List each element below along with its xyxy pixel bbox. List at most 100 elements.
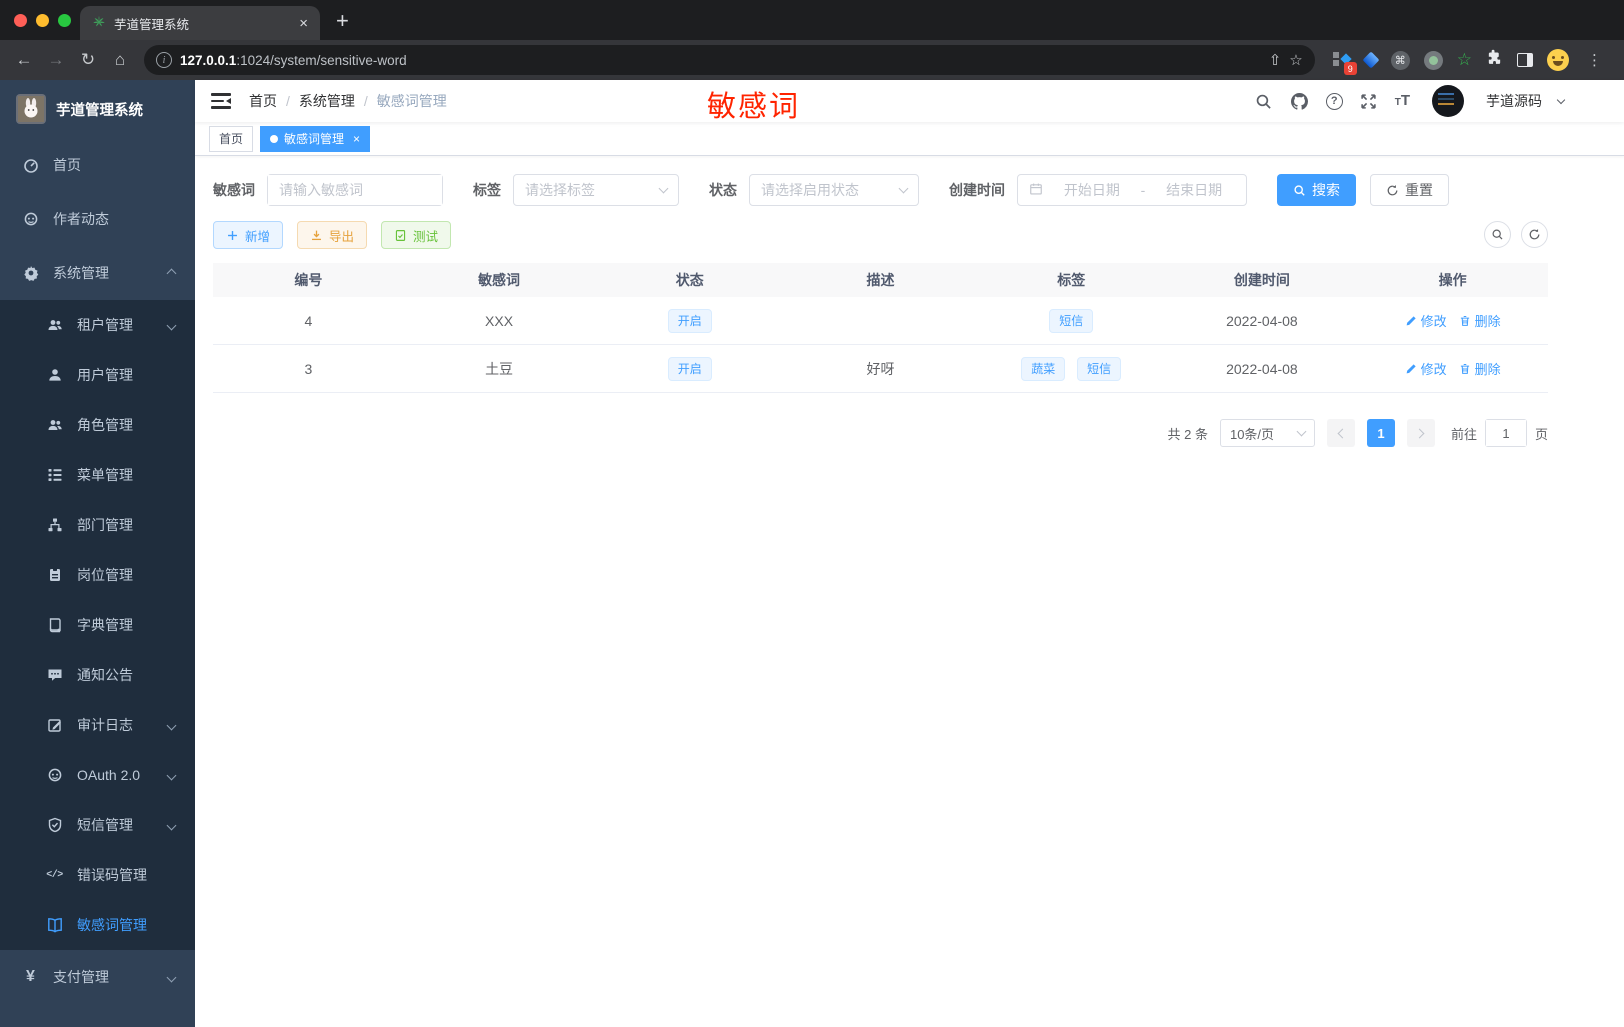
tag-close-icon[interactable]: × [353, 132, 360, 146]
yen-icon: ¥ [26, 968, 35, 985]
sidebar-item-label: 审计日志 [77, 717, 133, 733]
window-zoom-button[interactable] [58, 14, 71, 27]
site-info-icon[interactable]: i [156, 52, 172, 68]
extensions-area: 9 ⌘ ☆ ⋮ [1325, 49, 1614, 75]
next-page-button[interactable] [1406, 419, 1435, 447]
toggle-search-icon[interactable] [1484, 221, 1511, 248]
home-button[interactable]: ⌂ [106, 46, 134, 74]
window-minimize-button[interactable] [36, 14, 49, 27]
reload-button[interactable]: ↻ [74, 46, 102, 74]
table-row: 3 土豆 开启 好呀 蔬菜 短信 2022-04-08 修改 删除 [213, 345, 1548, 393]
delete-link[interactable]: 删除 [1459, 311, 1501, 330]
sidebar-item-label: 敏感词管理 [77, 917, 147, 933]
tab-title: 芋道管理系统 [114, 17, 190, 32]
sidebar-item-notice[interactable]: 通知公告 [0, 650, 195, 700]
extension-command-icon[interactable]: ⌘ [1390, 50, 1410, 70]
page-content: 敏感词 标签 请选择标签 状态 请选择启用状态 创建时间 开始日期 - [195, 156, 1624, 447]
sidebar-item-label: 菜单管理 [77, 467, 133, 483]
window-close-button[interactable] [14, 14, 27, 27]
sidebar-item-dict[interactable]: 字典管理 [0, 600, 195, 650]
back-button[interactable]: ← [10, 46, 38, 74]
sidebar-item-home[interactable]: 首页 [0, 138, 195, 192]
keyword-input[interactable] [268, 175, 442, 205]
extension-record-icon[interactable] [1423, 50, 1443, 70]
badge-icon [46, 567, 63, 584]
forward-button[interactable]: → [42, 46, 70, 74]
test-button[interactable]: 测试 [381, 221, 452, 249]
add-button[interactable]: 新增 [213, 221, 284, 249]
users-icon [46, 417, 63, 434]
current-page[interactable]: 1 [1366, 419, 1395, 447]
sidebar-item-error-code[interactable]: </> 错误码管理 [0, 850, 195, 900]
sidebar-item-label: 首页 [53, 157, 81, 173]
goto-page-input[interactable] [1485, 420, 1526, 446]
col-tags: 标签 [1057, 272, 1086, 288]
col-created: 创建时间 [1233, 272, 1290, 288]
export-button[interactable]: 导出 [297, 221, 368, 249]
sidebar-item-oauth[interactable]: OAuth 2.0 [0, 750, 195, 800]
book-icon [46, 617, 63, 634]
tab-close-icon[interactable]: × [299, 15, 308, 32]
sidebar-item-dept[interactable]: 部门管理 [0, 500, 195, 550]
sidebar-item-system[interactable]: 系统管理 [0, 246, 195, 300]
sidebar-item-tenant[interactable]: 租户管理 [0, 300, 195, 350]
bookmark-star-icon[interactable]: ☆ [1289, 51, 1302, 69]
chevron-down-icon [658, 183, 669, 194]
tag-sensitive-word[interactable]: 敏感词管理 × [260, 125, 371, 152]
tag-home[interactable]: 首页 [209, 125, 254, 152]
tags-view: 首页 敏感词管理 × [195, 122, 1624, 156]
browser-menu-icon[interactable]: ⋮ [1583, 51, 1606, 69]
cell-created: 2022-04-08 [1226, 360, 1298, 377]
page-size-select[interactable]: 10条/页 [1219, 419, 1315, 447]
share-icon[interactable]: ⇧ [1269, 51, 1282, 69]
sidebar-item-sms[interactable]: 短信管理 [0, 800, 195, 850]
col-description: 描述 [866, 272, 895, 288]
user-avatar[interactable] [1432, 85, 1464, 117]
sidebar-toggle-icon[interactable] [1517, 53, 1533, 67]
create-time-label: 创建时间 [949, 182, 1005, 198]
edit-link[interactable]: 修改 [1405, 359, 1447, 378]
extension-grid-icon[interactable]: 9 [1332, 51, 1357, 75]
url-bar[interactable]: i 127.0.0.1:1024/system/sensitive-word ⇧… [144, 45, 1315, 75]
profile-avatar[interactable] [1547, 49, 1569, 71]
goto-input-wrap [1484, 419, 1527, 447]
search-button[interactable]: 搜索 [1277, 174, 1356, 206]
font-size-icon[interactable]: TT [1395, 92, 1410, 110]
user-name[interactable]: 芋道源码 [1486, 91, 1542, 111]
refresh-icon[interactable] [1521, 221, 1548, 248]
end-date-placeholder[interactable]: 结束日期 [1153, 180, 1235, 200]
user-caret-down-icon[interactable] [1556, 95, 1566, 104]
cell-created: 2022-04-08 [1226, 312, 1298, 329]
prev-page-button[interactable] [1326, 419, 1355, 447]
sidebar-item-audit-log[interactable]: 审计日志 [0, 700, 195, 750]
help-icon[interactable]: ? [1325, 92, 1343, 110]
sidebar-item-menu[interactable]: 菜单管理 [0, 450, 195, 500]
edit-link[interactable]: 修改 [1405, 311, 1447, 330]
reset-button[interactable]: 重置 [1370, 174, 1449, 206]
sidebar-item-user[interactable]: 用户管理 [0, 350, 195, 400]
extension-star-icon[interactable]: ☆ [1457, 50, 1472, 70]
start-date-placeholder[interactable]: 开始日期 [1051, 180, 1133, 200]
sidebar-item-sensitive-word[interactable]: 敏感词管理 [0, 900, 195, 950]
tag-select[interactable]: 请选择标签 [513, 174, 679, 206]
tree-list-icon [46, 467, 63, 484]
sidebar-item-author-news[interactable]: 作者动态 [0, 192, 195, 246]
fullscreen-icon[interactable] [1359, 91, 1379, 111]
sidebar-item-payment[interactable]: ¥ 支付管理 [0, 950, 195, 1004]
delete-link[interactable]: 删除 [1459, 359, 1501, 378]
sidebar-collapse-icon[interactable] [211, 93, 231, 109]
extension-kite-icon[interactable] [1362, 51, 1380, 69]
sidebar-item-post[interactable]: 岗位管理 [0, 550, 195, 600]
date-range-picker[interactable]: 开始日期 - 结束日期 [1017, 174, 1247, 206]
new-tab-button[interactable]: + [336, 10, 349, 32]
github-icon[interactable] [1290, 91, 1310, 111]
code-icon: </> [46, 869, 63, 881]
browser-tab[interactable]: 芋道管理系统 × [80, 6, 320, 40]
author-message-icon [22, 211, 39, 228]
status-select[interactable]: 请选择启用状态 [749, 174, 919, 206]
header-search-icon[interactable] [1254, 91, 1274, 111]
breadcrumb-home[interactable]: 首页 [249, 91, 277, 111]
sidebar-item-role[interactable]: 角色管理 [0, 400, 195, 450]
app-logo[interactable]: 芋道管理系统 [0, 80, 195, 138]
extensions-puzzle-icon[interactable] [1486, 49, 1503, 71]
